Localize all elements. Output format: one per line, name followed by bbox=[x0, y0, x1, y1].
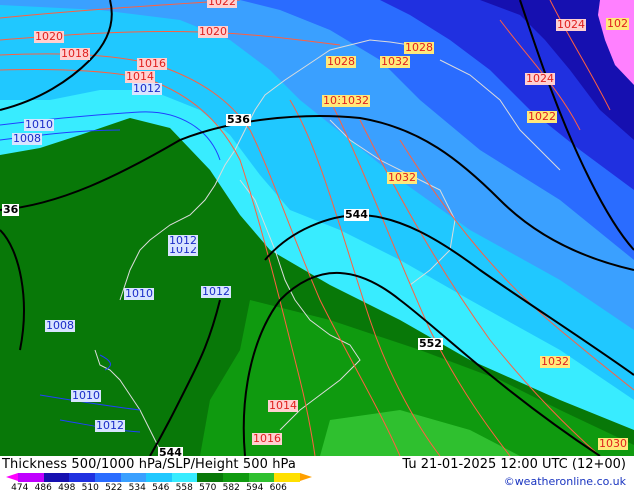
weather-map: 1022 1020 1020 1018 1016 1014 1024 1024 … bbox=[0, 0, 634, 456]
scale-tick-label: 474 bbox=[11, 483, 29, 493]
scale-tick-label: 486 bbox=[34, 483, 52, 493]
scale-swatch bbox=[248, 473, 275, 482]
color-scale bbox=[18, 473, 301, 482]
scale-tick-label: 606 bbox=[269, 483, 287, 493]
footer-bar: Thickness 500/1000 hPa/SLP/Height 500 hP… bbox=[0, 456, 634, 493]
isobar-label: 1030 bbox=[598, 437, 628, 450]
isobar-label: 1032 bbox=[340, 94, 370, 107]
isobar-label: 1016 bbox=[137, 57, 167, 70]
scale-swatch bbox=[69, 473, 95, 482]
scale-swatch bbox=[274, 473, 301, 482]
isobar-label: 1010 bbox=[24, 118, 54, 131]
isobar-label: 1022 bbox=[527, 110, 557, 123]
scale-swatch bbox=[146, 473, 172, 482]
scale-tick-label: 570 bbox=[199, 483, 217, 493]
scale-arrow-right bbox=[300, 473, 312, 481]
scale-tick-label: 558 bbox=[175, 483, 193, 493]
height-label: 544 bbox=[344, 208, 369, 221]
height-label: 544 bbox=[158, 447, 183, 456]
isobar-label: 1032 bbox=[540, 355, 570, 368]
isobar-label: 1022 bbox=[207, 0, 237, 8]
credit-link[interactable]: ©weatheronline.co.uk bbox=[504, 475, 626, 488]
isobar-label: 102 bbox=[606, 17, 629, 30]
isobar-label: 1010 bbox=[124, 287, 154, 300]
scale-swatch bbox=[223, 473, 249, 482]
height-label: 536 bbox=[226, 113, 251, 126]
isobar-label: 1018 bbox=[60, 47, 90, 60]
isobar-label: 1032 bbox=[387, 171, 417, 184]
scale-swatch bbox=[120, 473, 147, 482]
isobar-label: 1008 bbox=[12, 132, 42, 145]
height-label: 36 bbox=[2, 203, 20, 216]
isobar-label: 1032 bbox=[380, 55, 410, 68]
isobar-label: 1014 bbox=[268, 399, 298, 412]
scale-tick-label: 534 bbox=[128, 483, 146, 493]
scale-tick-label: 582 bbox=[222, 483, 240, 493]
isobar-label: 1020 bbox=[198, 25, 228, 38]
map-canvas bbox=[0, 0, 634, 456]
scale-swatch bbox=[94, 473, 121, 482]
scale-swatch bbox=[18, 473, 44, 482]
scale-tick-label: 510 bbox=[81, 483, 99, 493]
map-title: Thickness 500/1000 hPa/SLP/Height 500 hP… bbox=[2, 457, 296, 472]
isobar-label: 1008 bbox=[45, 319, 75, 332]
scale-arrow-left bbox=[6, 473, 18, 481]
isobar-label: 1028 bbox=[326, 55, 356, 68]
isobar-label: 1028 bbox=[404, 41, 434, 54]
run-time: Tu 21-01-2025 12:00 UTC (12+00) bbox=[402, 457, 626, 472]
isobar-label: 1012 bbox=[168, 234, 198, 247]
scale-swatch bbox=[43, 473, 70, 482]
isobar-label: 1024 bbox=[525, 72, 555, 85]
scale-swatch bbox=[197, 473, 224, 482]
isobar-label: 1010 bbox=[71, 389, 101, 402]
isobar-label: 1016 bbox=[252, 432, 282, 445]
scale-tick-label: 594 bbox=[246, 483, 264, 493]
scale-tick-label: 498 bbox=[58, 483, 76, 493]
isobar-label: 1024 bbox=[556, 18, 586, 31]
height-label: 552 bbox=[418, 337, 443, 350]
scale-tick-label: 546 bbox=[152, 483, 170, 493]
isobar-label: 1012 bbox=[95, 419, 125, 432]
isobar-label: 1020 bbox=[34, 30, 64, 43]
scale-ticks: 474 486 498 510 522 534 546 558 570 582 594 606 bbox=[8, 483, 290, 493]
isobar-label: 1012 bbox=[201, 285, 231, 298]
scale-swatch bbox=[171, 473, 198, 482]
isobar-label: 1012 bbox=[132, 82, 162, 95]
scale-tick-label: 522 bbox=[105, 483, 123, 493]
